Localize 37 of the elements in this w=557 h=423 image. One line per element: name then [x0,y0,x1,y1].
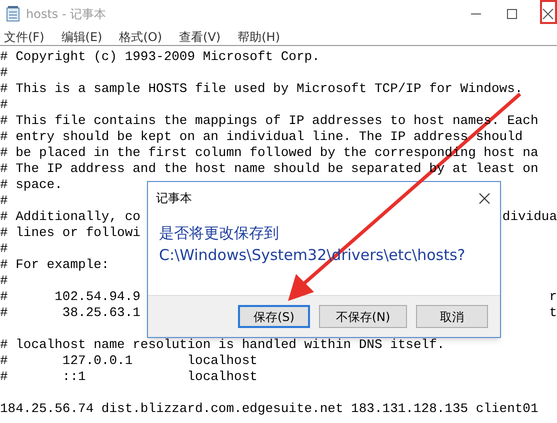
text-line: # entry should be kept on an individual line. The IP address should [0,129,523,145]
dialog-title: 记事本 [156,190,192,207]
text-line: # Additionally, co [0,209,140,225]
dialog-button[interactable]: 取消 [416,305,488,328]
menu-item[interactable]: 编辑(E) [61,28,102,46]
text-line: # Copyright (c) 1993-2009 Microsoft Corp. [0,49,320,65]
text-line: # [0,241,8,257]
menu-item[interactable]: 查看(V) [179,28,221,46]
maximize-icon[interactable] [506,8,518,20]
text-line: # space. [0,177,62,193]
text-line: # 38.25.63.1 [0,305,140,321]
text-line: # [0,193,8,209]
dialog-button[interactable]: 不保存(N) [319,305,407,328]
text-fragment: t [549,305,557,321]
dialog-message: 是否将更改保存到 [159,223,279,244]
text-line: # localhost name resolution is handled within DNS itself. [0,337,445,353]
text-line: # 102.54.94.9 [0,289,140,305]
menu-item[interactable]: 帮助(H) [238,28,280,46]
text-line: 184.25.56.74 dist.blizzard.com.edgesuite.net 183.131.128.135 client01 [0,401,538,417]
text-line: # ::1 localhost [0,369,258,385]
dialog-button[interactable]: 保存(S) [238,305,310,328]
text-line: # This is a sample HOSTS file used by Microsoft TCP/IP for Windows. [0,81,523,97]
text-fragment: dividua [502,209,557,225]
text-line: # [0,97,8,113]
text-line: # [0,65,8,81]
notepad-icon [6,6,20,22]
window-title: hosts - 记事本 [26,6,106,23]
text-line: # [0,273,8,289]
menu-item[interactable]: 文件(F) [4,28,44,46]
text-line: # For example: [0,257,110,273]
highlight-frame [540,0,557,24]
close-icon[interactable] [542,8,554,20]
text-line: # 127.0.0.1 localhost [0,353,258,369]
close-icon[interactable] [479,192,490,204]
menu-item[interactable]: 格式(O) [119,28,162,46]
text-line: # lines or followi [0,225,140,241]
text-fragment: r [549,289,557,305]
